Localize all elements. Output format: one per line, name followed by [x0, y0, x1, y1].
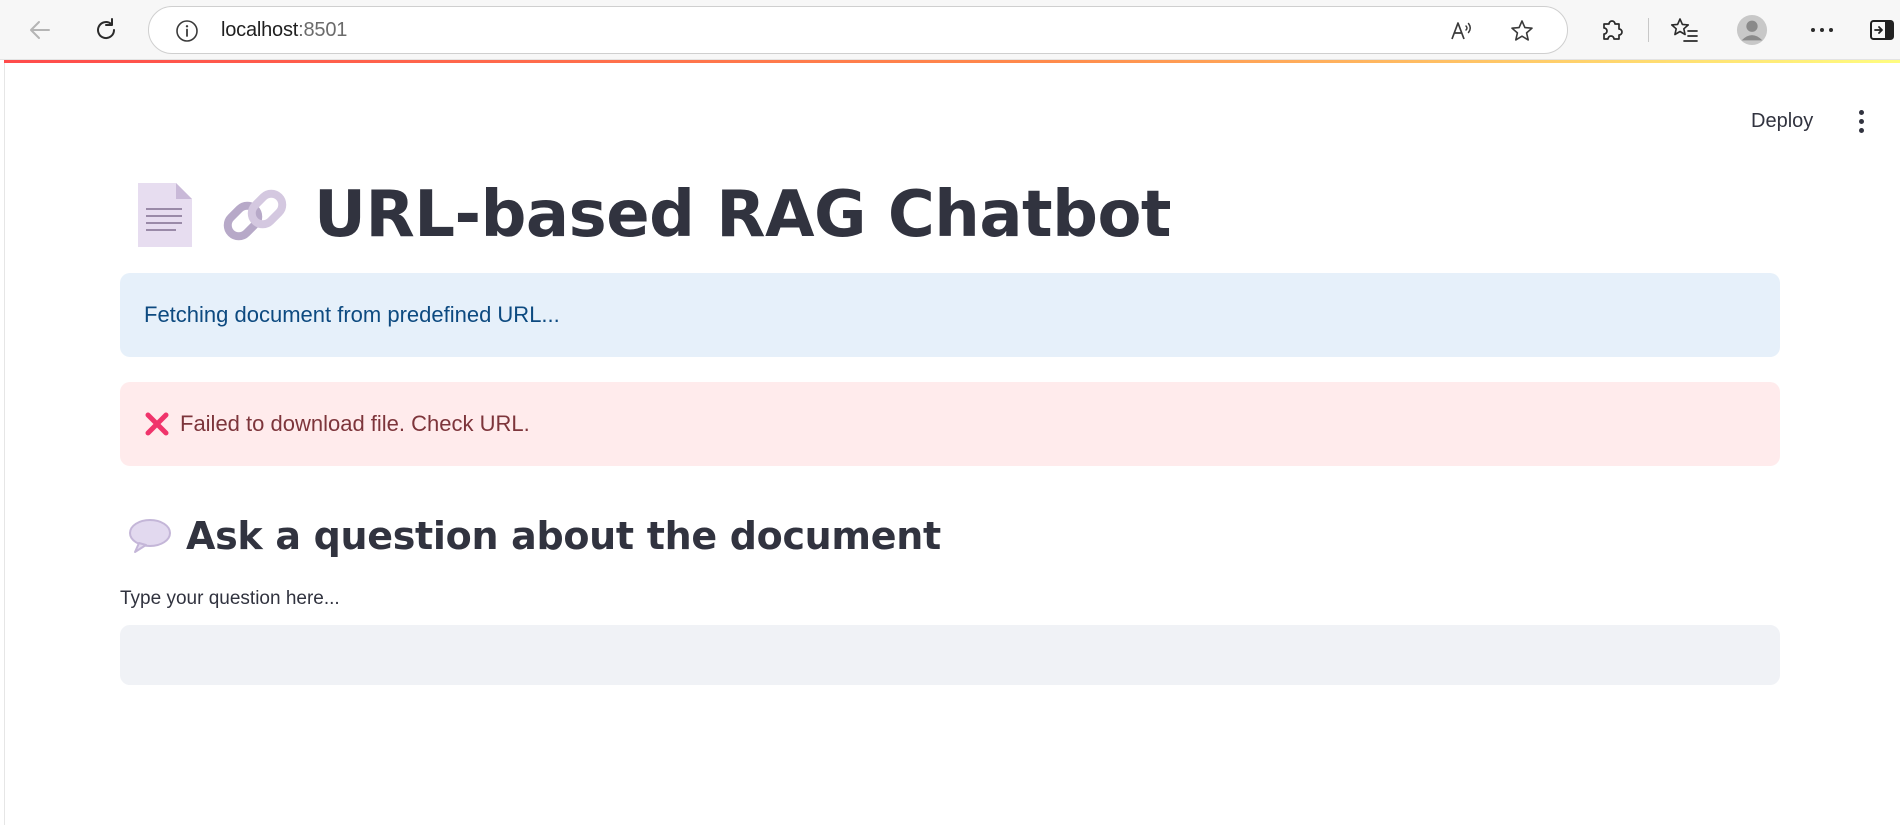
- favorites-list-icon: [1670, 18, 1698, 42]
- reload-button[interactable]: [88, 12, 124, 48]
- deploy-button[interactable]: Deploy: [1741, 103, 1823, 139]
- question-subheader-row: Ask a question about the document: [128, 506, 941, 566]
- extensions-button[interactable]: [1596, 14, 1628, 46]
- back-arrow-icon: [30, 21, 50, 39]
- url-host: localhost: [221, 19, 299, 41]
- document-icon: [138, 183, 192, 247]
- menu-dot: [1858, 127, 1864, 133]
- toolbar-divider: [1648, 18, 1649, 42]
- menu-dot: [1858, 118, 1864, 124]
- puzzle-icon: [1603, 20, 1623, 40]
- main-menu-button[interactable]: [1843, 101, 1879, 141]
- address-bar[interactable]: localhost:8501: [148, 6, 1568, 54]
- page-title-row: URL-based RAG Chatbot: [136, 170, 1172, 260]
- speech-balloon-icon: [129, 519, 171, 553]
- back-button[interactable]: [22, 12, 58, 48]
- menu-dot: [1858, 109, 1864, 115]
- sidebar-toggle-button[interactable]: [1866, 14, 1898, 46]
- error-alert-text: Failed to download file. Check URL.: [180, 411, 530, 436]
- reload-icon: [97, 18, 116, 39]
- favorites-button[interactable]: [1668, 14, 1700, 46]
- profile-button[interactable]: [1736, 14, 1768, 46]
- info-alert-text: Fetching document from predefined URL...: [144, 302, 560, 327]
- browser-more-button[interactable]: [1806, 14, 1838, 46]
- cross-mark-icon: [145, 412, 169, 436]
- browser-toolbar: localhost:8501: [0, 0, 1900, 60]
- url-text[interactable]: localhost:8501: [221, 7, 347, 53]
- profile-avatar-icon: [1736, 14, 1768, 46]
- url-port: :8501: [298, 19, 348, 41]
- sidebar-toggle-icon: [1870, 20, 1894, 40]
- read-aloud-icon[interactable]: [1449, 18, 1475, 44]
- link-icon: [223, 189, 287, 241]
- question-input[interactable]: [120, 625, 1780, 685]
- error-alert: Failed to download file. Check URL.: [120, 382, 1780, 466]
- question-label: Type your question here...: [120, 588, 340, 609]
- star-icon[interactable]: [1509, 18, 1535, 44]
- info-icon[interactable]: [175, 19, 199, 43]
- page-title: URL-based RAG Chatbot: [314, 178, 1172, 252]
- info-alert: Fetching document from predefined URL...: [120, 273, 1780, 357]
- question-subheader: Ask a question about the document: [186, 514, 941, 558]
- more-dots-icon: [1811, 28, 1833, 32]
